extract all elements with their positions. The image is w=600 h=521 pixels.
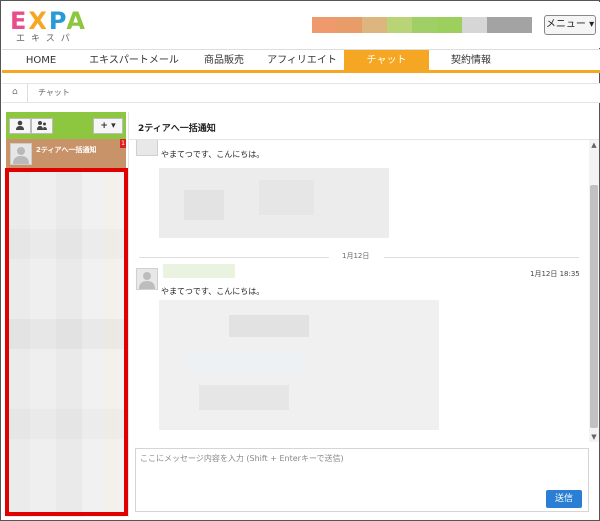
color-swatch: [437, 17, 462, 33]
tab-chat[interactable]: チャット: [344, 50, 429, 71]
color-swatch: [462, 17, 487, 33]
tab-affiliate[interactable]: アフィリエイト: [260, 50, 344, 71]
scroll-thumb[interactable]: [590, 185, 598, 428]
app-frame: EXPA エキスパ メニュー ▾ HOME エキスパートメール 商品販売 アフィ…: [0, 0, 600, 521]
chat-title: 2ティアへ一括通知: [138, 124, 216, 134]
logo-letter-x: X: [28, 7, 49, 35]
chat-header: 2ティアへ一括通知: [129, 112, 599, 140]
color-swatch: [312, 17, 337, 33]
tab-product-sales[interactable]: 商品販売: [188, 50, 260, 71]
breadcrumb-current: チャット: [38, 88, 70, 97]
expa-logo[interactable]: EXPA エキスパ: [10, 8, 94, 46]
logo-letter-p: P: [48, 7, 67, 35]
chat-panel: 2ティアへ一括通知 やまてつです、こんにちは。 1月12日 1月12日 18:3…: [128, 112, 599, 517]
color-swatch: [487, 17, 532, 33]
message-text: やまてつです、こんにちは。: [161, 287, 265, 296]
blurred-region: [199, 385, 289, 410]
color-swatch: [337, 17, 362, 33]
menu-dropdown-button[interactable]: メニュー ▾: [544, 15, 596, 35]
send-button[interactable]: 送信: [546, 490, 582, 508]
tab-home[interactable]: HOME: [2, 50, 80, 71]
group-icon[interactable]: [31, 118, 53, 134]
message-composer: 送信: [135, 448, 589, 512]
logo-wordmark: EXPA: [10, 8, 87, 34]
add-contact-button[interactable]: + ▾: [93, 118, 123, 134]
color-swatch: [412, 17, 437, 33]
color-strip: [312, 17, 532, 33]
sidebar-toolbar: + ▾: [6, 112, 126, 139]
message-list[interactable]: やまてつです、こんにちは。 1月12日 1月12日 18:35 やまてつです、こ…: [129, 140, 589, 442]
main-nav: HOME エキスパートメール 商品販売 アフィリエイト チャット 契約情報: [2, 49, 600, 73]
message-text: やまてつです、こんにちは。: [161, 150, 265, 159]
home-icon[interactable]: ⌂: [12, 87, 18, 97]
scroll-down-arrow-icon[interactable]: ▼: [589, 432, 599, 442]
logo-subtext: エキスパ: [16, 34, 76, 44]
blurred-region: [259, 180, 314, 215]
tab-expert-mail[interactable]: エキスパートメール: [80, 50, 188, 71]
scroll-up-arrow-icon[interactable]: ▲: [589, 140, 599, 150]
blurred-region: [184, 190, 224, 220]
blurred-region: [229, 315, 309, 337]
date-divider: 1月12日: [139, 251, 579, 263]
contact-item-selected[interactable]: 2ティアへ一括通知 1: [6, 139, 126, 169]
blurred-sender-name: [163, 264, 235, 278]
divider-line: [139, 257, 329, 258]
color-swatch: [387, 17, 412, 33]
message-scrollbar[interactable]: ▲ ▼: [589, 140, 599, 442]
highlight-annotation: [5, 168, 128, 516]
avatar: [10, 143, 32, 165]
breadcrumb: ⌂ チャット: [2, 83, 600, 103]
tab-contract-info[interactable]: 契約情報: [429, 50, 513, 71]
blurred-region: [184, 350, 304, 372]
avatar: [136, 268, 158, 290]
message-input[interactable]: [140, 453, 584, 483]
logo-letter-e: E: [10, 7, 29, 35]
unread-badge: 1: [120, 139, 126, 148]
logo-letter-a: A: [66, 7, 87, 35]
date-label: 1月12日: [342, 252, 370, 260]
message-timestamp: 1月12日 18:35: [530, 270, 580, 278]
single-user-icon[interactable]: [9, 118, 31, 134]
header: EXPA エキスパ メニュー ▾: [2, 2, 600, 48]
color-swatch: [362, 17, 387, 33]
contact-name: 2ティアへ一括通知: [36, 146, 97, 154]
divider-line: [384, 257, 579, 258]
avatar: [136, 140, 158, 156]
breadcrumb-separator: [27, 84, 28, 102]
